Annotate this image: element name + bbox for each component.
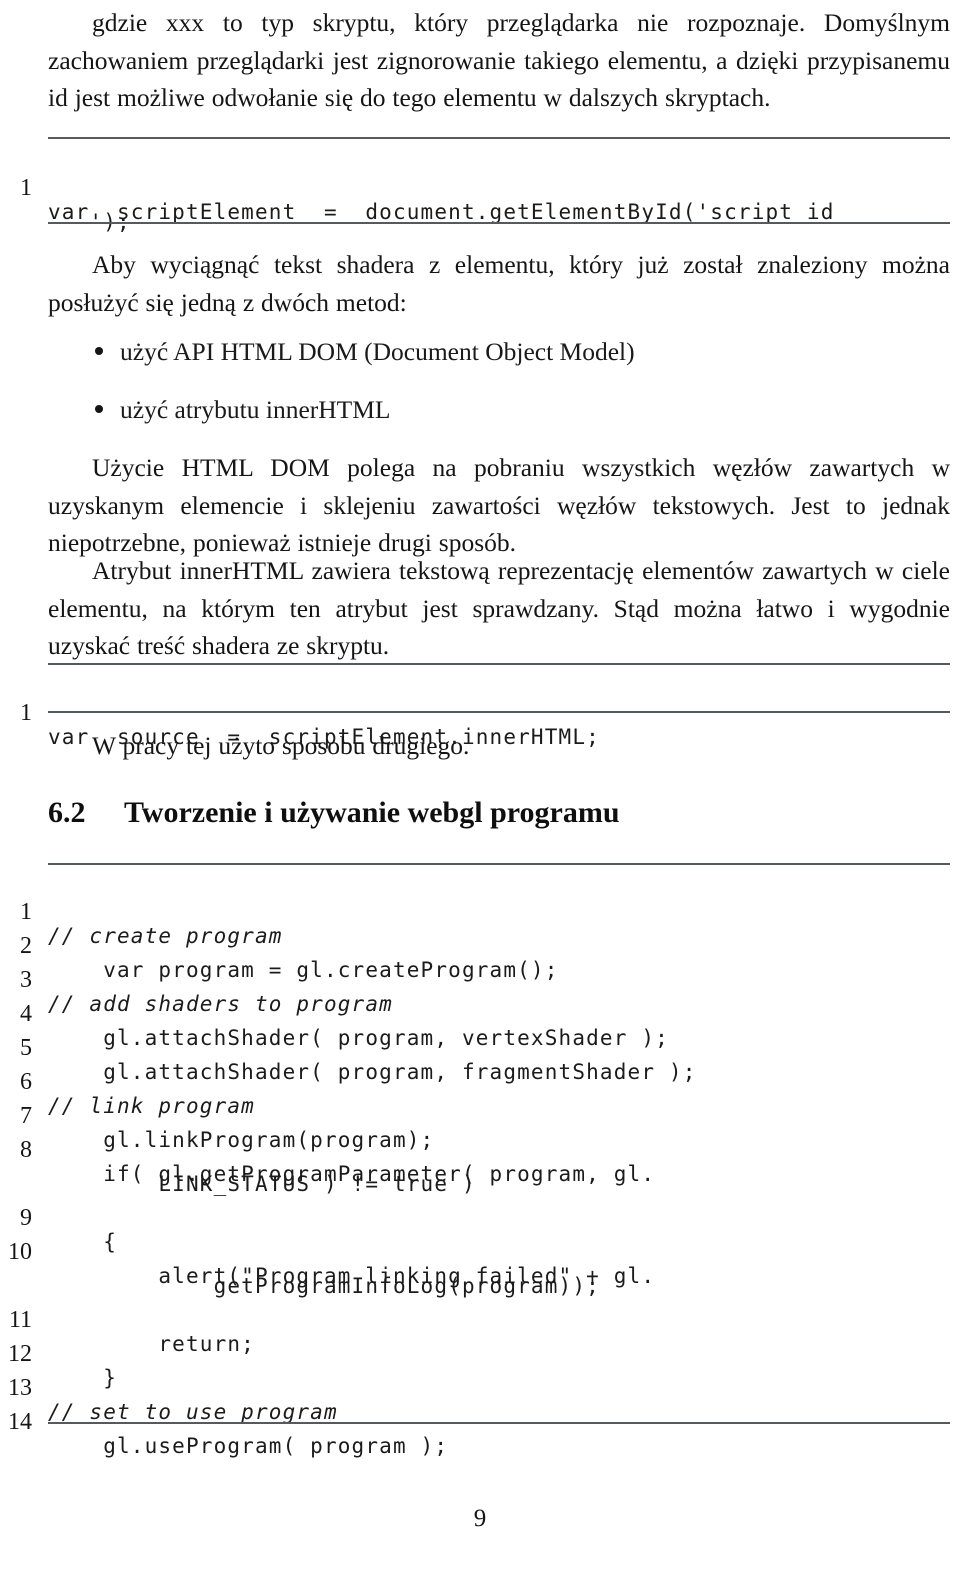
code-line: 6 // link program <box>0 1041 960 1118</box>
listing-rule-top <box>48 863 950 865</box>
listing-rule-bottom <box>48 222 950 224</box>
list-item-label: użyć atrybutu innerHTML <box>120 394 391 424</box>
code-line: 4 gl.attachShader( program, vertexShader… <box>0 973 960 1050</box>
line-number: 1 <box>20 700 32 726</box>
list-item-label: użyć API HTML DOM (Document Object Model… <box>120 337 635 366</box>
code-line: 1 var scriptElement = document.getElemen… <box>0 147 960 224</box>
paragraph-dom-usage: Użycie HTML DOM polega na pobraniu wszys… <box>48 453 950 557</box>
code-line: 5 gl.attachShader( program, fragmentShad… <box>0 1007 960 1084</box>
listing-rule-top <box>48 663 950 665</box>
code-line: 9 { <box>0 1177 960 1254</box>
code-line: 11 return; <box>0 1279 960 1356</box>
code-line: 2 var program = gl.createProgram(); <box>0 905 960 982</box>
code-line-continuation: getProgramInfoLog(program)); <box>0 1245 960 1298</box>
bullet-icon <box>95 347 103 356</box>
code-line: 12 } <box>0 1313 960 1390</box>
line-number: 14 <box>8 1409 32 1435</box>
paragraph-closing: W pracy tej użyto sposobu drugiego. <box>92 731 470 760</box>
code-line: 10 alert("Program linking failed" + gl. <box>0 1211 960 1288</box>
methods-list: użyć API HTML DOM (Document Object Model… <box>48 333 950 428</box>
section-number: 6.2 <box>48 796 86 829</box>
code-listing-2: 1 var source = scriptElement.innerHTML; <box>0 663 960 749</box>
code-text: gl.useProgram( program ); <box>48 1434 449 1458</box>
code-body: 1 // create program 2 var program = gl.c… <box>0 863 960 1458</box>
document-page: gdzie xxx to typ skryptu, który przegląd… <box>0 0 960 1571</box>
listing-rule-bottom <box>48 1422 950 1424</box>
code-line: 7 gl.linkProgram(program); <box>0 1075 960 1152</box>
listing-rule-bottom <box>48 711 950 713</box>
section-heading: 6.2 Tworzenie i używanie webgl programu <box>48 795 620 831</box>
code-line: 1 var source = scriptElement.innerHTML; <box>0 672 960 749</box>
code-line: 1 // create program <box>0 871 960 948</box>
bullet-icon <box>95 404 103 413</box>
paragraph-methods-intro: Aby wyciągnąć tekst shadera z elementu, … <box>48 250 950 317</box>
code-line: 3 // add shaders to program <box>0 939 960 1016</box>
list-item: użyć atrybutu innerHTML <box>48 391 950 429</box>
paragraph-intro: gdzie xxx to typ skryptu, który przegląd… <box>48 8 950 112</box>
code-line: 14 gl.useProgram( program ); <box>0 1381 960 1458</box>
page-number: 9 <box>473 1505 487 1532</box>
code-line-continuation: LINK_STATUS ) != true ) <box>0 1143 960 1196</box>
code-line: 13 // set to use program <box>0 1347 960 1424</box>
list-item: użyć API HTML DOM (Document Object Model… <box>48 333 950 371</box>
code-line: 8 if( gl.getProgramParameter( program, g… <box>0 1109 960 1186</box>
code-listing-1: 1 var scriptElement = document.getElemen… <box>0 137 960 234</box>
code-line-continuation: '); <box>0 181 960 234</box>
section-title: Tworzenie i używanie webgl programu <box>124 796 620 829</box>
listing-rule-top <box>48 137 950 139</box>
paragraph-innerhtml: Atrybut innerHTML zawiera tekstową repre… <box>48 556 950 660</box>
code-listing-3: 1 // create program 2 var program = gl.c… <box>0 863 960 1458</box>
